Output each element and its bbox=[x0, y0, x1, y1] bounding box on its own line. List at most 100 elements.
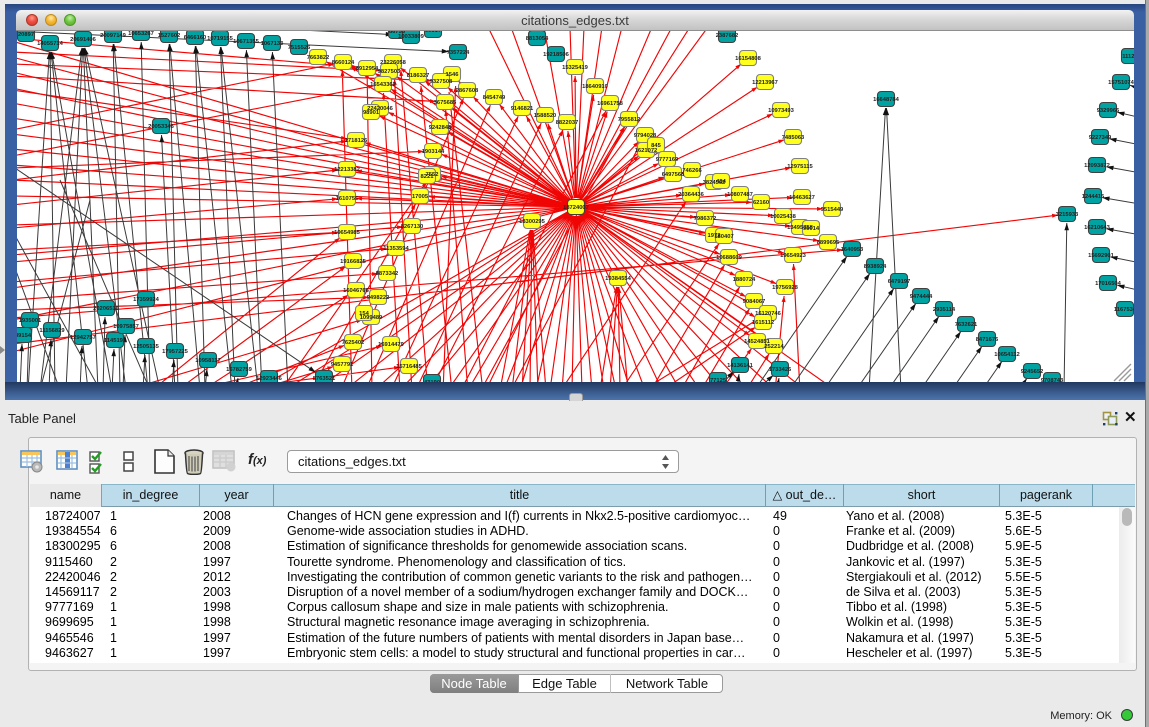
svg-text:16154808: 16154808 bbox=[735, 56, 762, 62]
svg-text:19166825: 19166825 bbox=[340, 259, 367, 265]
svg-text:2867608: 2867608 bbox=[456, 88, 479, 94]
svg-text:62160: 62160 bbox=[753, 200, 769, 206]
svg-text:7485063: 7485063 bbox=[782, 135, 805, 141]
svg-text:77125: 77125 bbox=[710, 378, 727, 382]
svg-text:8471676: 8471676 bbox=[976, 337, 999, 343]
svg-text:1527602: 1527602 bbox=[158, 33, 181, 39]
svg-text:19756928: 19756928 bbox=[772, 285, 799, 291]
svg-text:18300295: 18300295 bbox=[519, 219, 546, 225]
svg-text:20097149: 20097149 bbox=[100, 33, 127, 39]
svg-text:11353594: 11353594 bbox=[383, 246, 409, 252]
svg-text:1935001: 1935001 bbox=[19, 318, 42, 324]
svg-text:9242848: 9242848 bbox=[429, 125, 452, 131]
svg-text:1588520: 1588520 bbox=[534, 113, 557, 119]
svg-text:20897: 20897 bbox=[18, 32, 34, 38]
svg-text:17005: 17005 bbox=[412, 194, 429, 200]
svg-text:1733426: 1733426 bbox=[769, 367, 792, 373]
svg-text:180407: 180407 bbox=[714, 234, 733, 240]
svg-text:7986372: 7986372 bbox=[694, 216, 717, 222]
svg-text:1880724: 1880724 bbox=[733, 277, 756, 283]
svg-text:7515526: 7515526 bbox=[288, 45, 311, 51]
svg-text:14136141: 14136141 bbox=[727, 363, 754, 369]
svg-text:16543362: 16543362 bbox=[370, 82, 396, 88]
svg-text:9227349: 9227349 bbox=[1089, 135, 1112, 141]
svg-text:7663822: 7663822 bbox=[307, 55, 330, 61]
svg-text:16648784: 16648784 bbox=[873, 97, 900, 103]
svg-text:16961758: 16961758 bbox=[597, 101, 624, 107]
svg-text:20364436: 20364436 bbox=[678, 192, 705, 198]
svg-text:16782759: 16782759 bbox=[226, 367, 253, 373]
svg-text:9515449: 9515449 bbox=[821, 207, 844, 213]
svg-text:10653267: 10653267 bbox=[128, 31, 154, 37]
svg-text:1546: 1546 bbox=[446, 72, 460, 78]
svg-text:96014: 96014 bbox=[803, 226, 820, 232]
svg-text:10688609: 10688609 bbox=[716, 255, 743, 261]
svg-text:8267130: 8267130 bbox=[401, 224, 424, 230]
svg-text:39154: 39154 bbox=[17, 333, 32, 339]
svg-text:8873342: 8873342 bbox=[376, 271, 399, 277]
svg-text:9329966: 9329966 bbox=[1097, 108, 1120, 114]
svg-text:7357224: 7357224 bbox=[447, 50, 470, 56]
svg-text:3215933: 3215933 bbox=[1056, 212, 1079, 218]
svg-text:12975115: 12975115 bbox=[787, 164, 813, 170]
svg-text:16120746: 16120746 bbox=[755, 311, 782, 317]
svg-text:19654923: 19654923 bbox=[780, 253, 807, 259]
svg-text:9498222: 9498222 bbox=[367, 295, 390, 301]
svg-text:9146821: 9146821 bbox=[511, 106, 534, 112]
svg-text:17957225: 17957225 bbox=[162, 349, 189, 355]
svg-text:10958117: 10958117 bbox=[195, 358, 220, 364]
svg-text:3675685: 3675685 bbox=[434, 100, 457, 106]
svg-text:7955812: 7955812 bbox=[618, 117, 641, 123]
svg-text:11156829: 11156829 bbox=[39, 328, 65, 334]
svg-text:8660124: 8660124 bbox=[332, 60, 355, 66]
svg-text:14055714: 14055714 bbox=[37, 41, 64, 47]
svg-text:9827503: 9827503 bbox=[378, 69, 401, 75]
svg-text:12923446: 12923446 bbox=[256, 376, 283, 382]
svg-text:98901: 98901 bbox=[363, 110, 380, 116]
svg-text:10671355: 10671355 bbox=[233, 39, 260, 45]
svg-text:2935114: 2935114 bbox=[933, 307, 956, 313]
svg-text:12942757: 12942757 bbox=[70, 335, 96, 341]
svg-text:7625402: 7625402 bbox=[342, 340, 365, 346]
svg-text:1615112: 1615112 bbox=[752, 320, 774, 326]
svg-text:7632621: 7632621 bbox=[955, 322, 978, 328]
svg-text:20053346: 20053346 bbox=[148, 124, 175, 130]
svg-text:2718126: 2718126 bbox=[345, 138, 368, 144]
svg-text:10654112: 10654112 bbox=[994, 352, 1019, 358]
svg-text:43190: 43190 bbox=[424, 380, 440, 382]
svg-text:8763521: 8763521 bbox=[313, 376, 336, 382]
svg-text:154: 154 bbox=[359, 311, 369, 317]
svg-text:6466160: 6466160 bbox=[184, 35, 207, 41]
svg-text:9474444: 9474444 bbox=[910, 294, 933, 300]
svg-text:19654985: 19654985 bbox=[334, 230, 361, 236]
svg-text:10973493: 10973493 bbox=[768, 108, 795, 114]
svg-text:8912954: 8912954 bbox=[356, 66, 379, 72]
svg-text:23226058: 23226058 bbox=[380, 60, 407, 66]
svg-text:20691406: 20691406 bbox=[70, 37, 97, 43]
svg-text:18640910: 18640910 bbox=[582, 84, 608, 90]
svg-text:9084067: 9084067 bbox=[743, 299, 766, 305]
svg-text:252214: 252214 bbox=[764, 344, 784, 350]
svg-text:2387682: 2387682 bbox=[716, 33, 739, 39]
svg-text:10719155: 10719155 bbox=[207, 36, 234, 42]
svg-text:16914479: 16914479 bbox=[378, 342, 405, 348]
svg-text:99817: 99817 bbox=[425, 31, 441, 34]
svg-text:12505135: 12505135 bbox=[133, 344, 160, 350]
svg-text:1067133: 1067133 bbox=[261, 41, 284, 47]
svg-text:11123: 11123 bbox=[1122, 54, 1134, 60]
svg-text:1145191: 1145191 bbox=[104, 338, 127, 344]
svg-text:434: 434 bbox=[716, 179, 726, 185]
svg-text:8822037: 8822037 bbox=[556, 120, 579, 126]
svg-text:1610755: 1610755 bbox=[336, 196, 359, 202]
svg-text:8221: 8221 bbox=[421, 174, 435, 180]
svg-text:1640953: 1640953 bbox=[841, 247, 864, 253]
svg-text:17359924: 17359924 bbox=[133, 297, 160, 303]
svg-text:10807487: 10807487 bbox=[727, 192, 753, 198]
svg-text:8899695: 8899695 bbox=[817, 240, 840, 246]
svg-text:15716485: 15716485 bbox=[396, 364, 423, 370]
svg-text:20206516: 20206516 bbox=[93, 306, 120, 312]
svg-text:16210643: 16210643 bbox=[1084, 225, 1111, 231]
svg-text:12213967: 12213967 bbox=[752, 80, 778, 86]
svg-text:18724007: 18724007 bbox=[563, 205, 589, 211]
svg-text:9245652: 9245652 bbox=[1021, 369, 1044, 375]
